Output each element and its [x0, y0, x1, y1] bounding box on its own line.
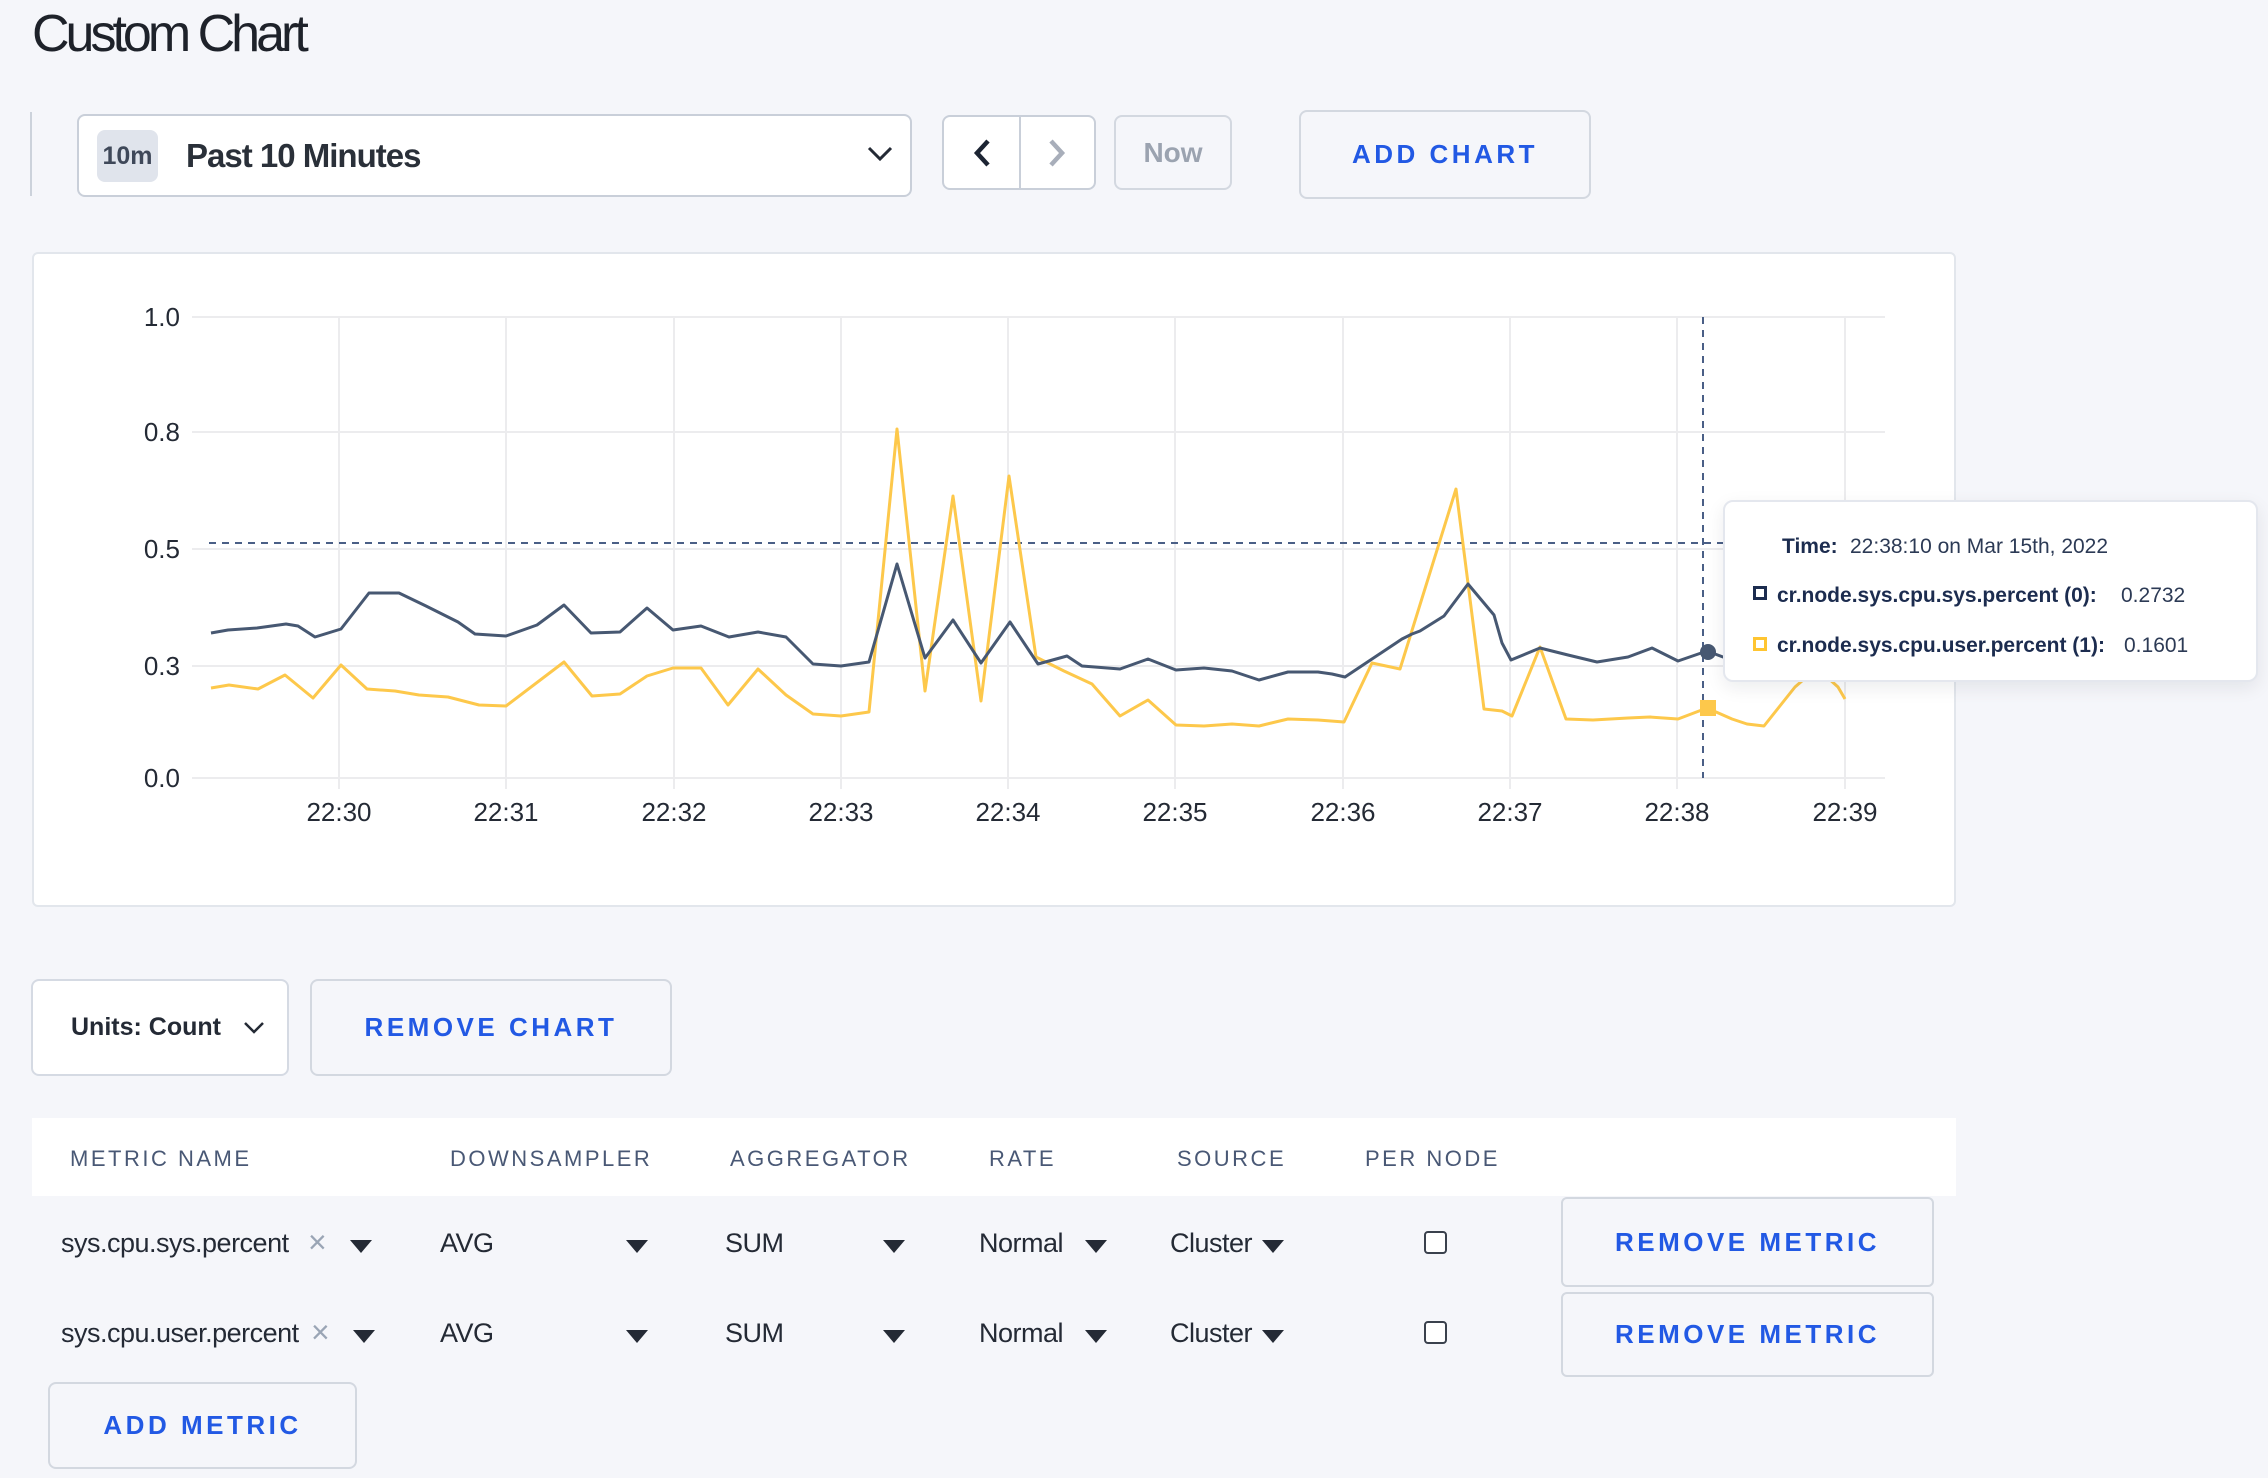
svg-text:0.5: 0.5: [144, 534, 180, 564]
svg-text:0.0: 0.0: [144, 763, 180, 793]
svg-text:22:33: 22:33: [808, 797, 873, 827]
svg-text:22:38: 22:38: [1644, 797, 1709, 827]
svg-text:22:34: 22:34: [975, 797, 1040, 827]
svg-text:1.0: 1.0: [144, 302, 180, 332]
svg-text:22:37: 22:37: [1477, 797, 1542, 827]
svg-text:0.3: 0.3: [144, 651, 180, 681]
svg-text:0.8: 0.8: [144, 417, 180, 447]
svg-text:22:30: 22:30: [306, 797, 371, 827]
svg-text:22:36: 22:36: [1310, 797, 1375, 827]
svg-text:22:35: 22:35: [1142, 797, 1207, 827]
svg-text:22:32: 22:32: [641, 797, 706, 827]
svg-text:22:31: 22:31: [473, 797, 538, 827]
svg-text:22:39: 22:39: [1812, 797, 1877, 827]
